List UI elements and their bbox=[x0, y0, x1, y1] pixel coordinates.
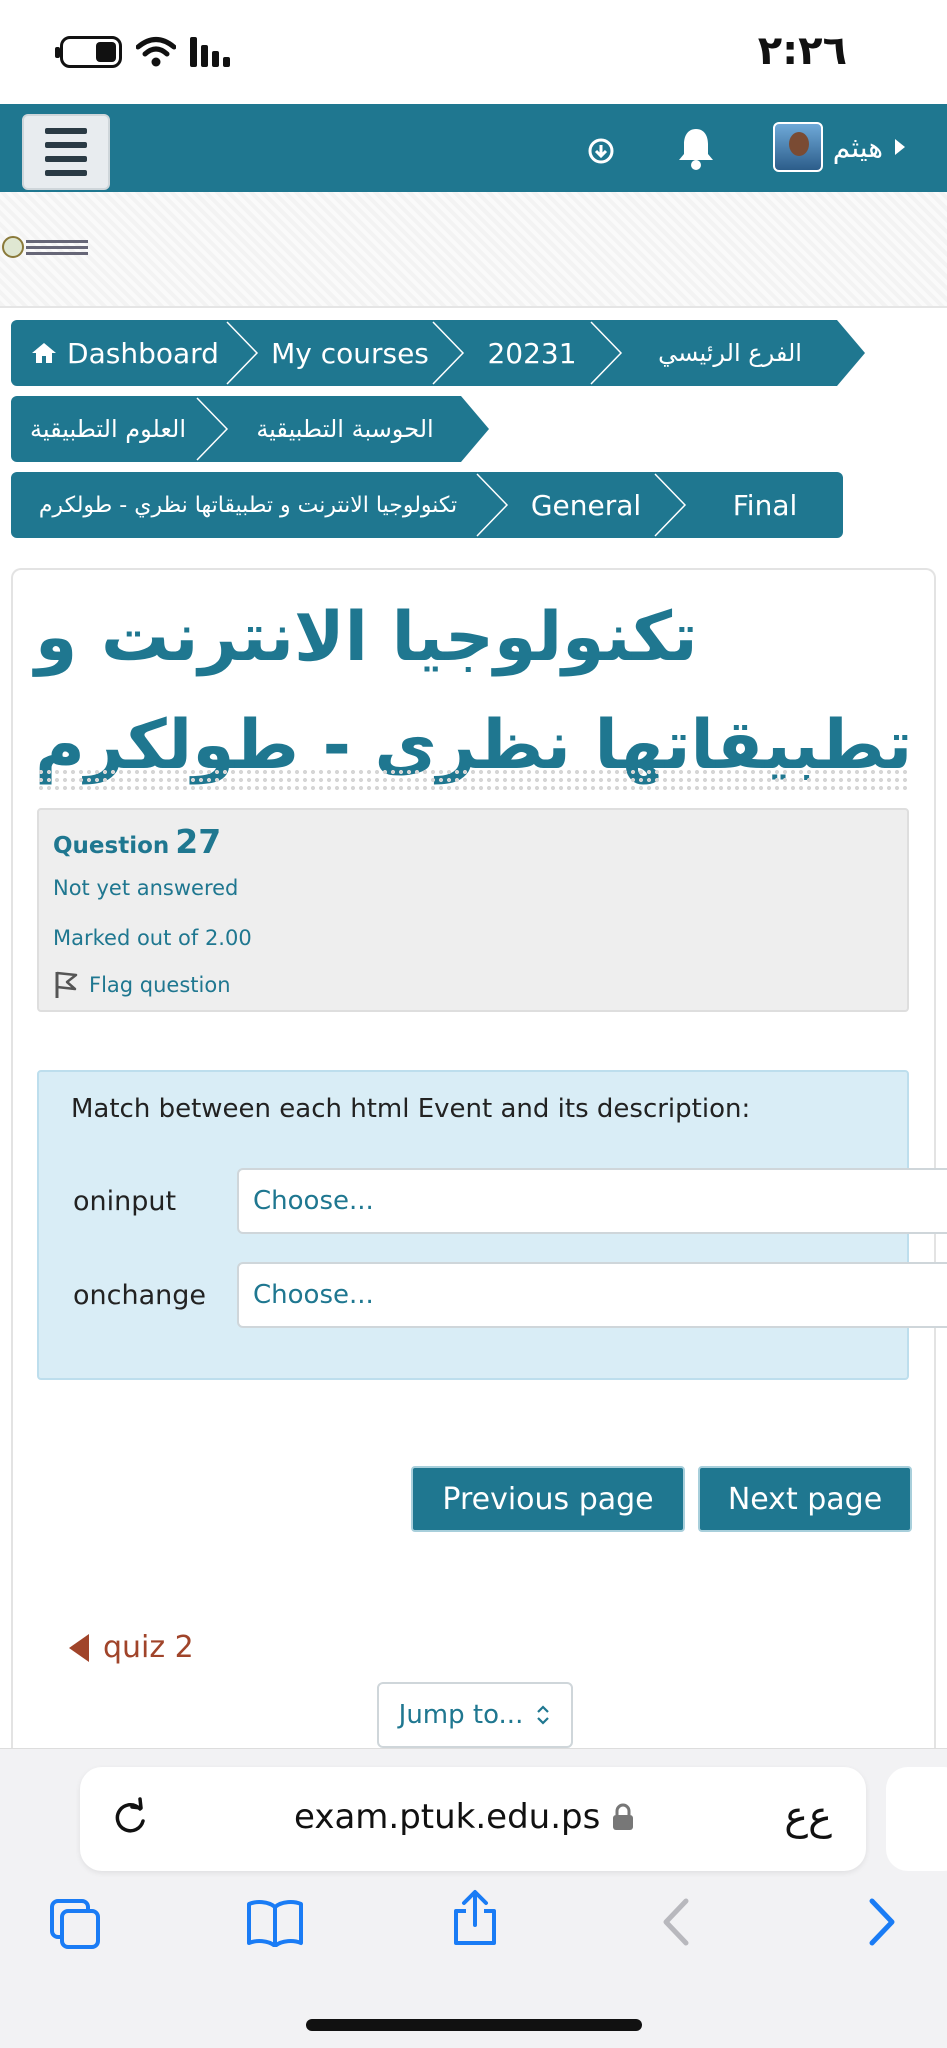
status-icons bbox=[55, 36, 236, 68]
download-circle-icon[interactable] bbox=[584, 134, 618, 168]
question-box: Match between each html Event and its de… bbox=[37, 1070, 947, 1380]
reload-icon[interactable] bbox=[110, 1797, 150, 1839]
question-text: Match between each html Event and its de… bbox=[71, 1094, 751, 1124]
match-row: oninput Choose... bbox=[73, 1168, 947, 1234]
caret-right-icon bbox=[895, 139, 905, 155]
forward-icon[interactable] bbox=[866, 1897, 898, 1947]
next-tab-preview[interactable] bbox=[886, 1767, 947, 1871]
breadcrumb-course[interactable]: تكنولوجيا الانترنت و تطبيقاتها نظري - طو… bbox=[11, 472, 509, 538]
tabs-icon[interactable] bbox=[48, 1897, 104, 1949]
question-state: Not yet answered bbox=[53, 876, 239, 900]
signal-icon bbox=[190, 37, 230, 67]
main-content-card: تكنولوجيا الانترنت و تطبيقاتها نظرى - طو… bbox=[11, 568, 947, 1748]
share-icon[interactable] bbox=[450, 1889, 500, 1947]
reader-aa-button[interactable]: ع‌ع bbox=[784, 1793, 832, 1839]
bell-icon[interactable] bbox=[676, 126, 716, 170]
url-display: exam.ptuk.edu.ps bbox=[294, 1797, 634, 1837]
breadcrumb-main-branch[interactable]: الفرع الرئيسي bbox=[623, 320, 837, 386]
wifi-icon bbox=[136, 37, 176, 67]
match-label: oninput bbox=[73, 1186, 177, 1217]
match-select-oninput[interactable]: Choose... bbox=[237, 1168, 947, 1234]
next-page-button[interactable]: Next page bbox=[698, 1466, 912, 1532]
breadcrumb-separator bbox=[476, 473, 509, 537]
browser-toolbar: exam.ptuk.edu.ps ع‌ع bbox=[0, 1748, 947, 2048]
status-time: ٢:٢٦ bbox=[757, 28, 847, 74]
bookmarks-icon[interactable] bbox=[246, 1897, 304, 1947]
breadcrumb-separator bbox=[226, 321, 259, 385]
top-navbar: هيثم bbox=[0, 104, 947, 192]
back-icon[interactable] bbox=[660, 1897, 692, 1947]
match-label: onchange bbox=[73, 1280, 206, 1311]
breadcrumb-separator bbox=[432, 321, 465, 385]
flag-icon bbox=[55, 971, 78, 998]
breadcrumb-applied-computing[interactable]: الحوسبة التطبيقية bbox=[229, 396, 461, 462]
breadcrumb-dashboard[interactable]: Dashboard bbox=[11, 320, 259, 386]
lock-icon bbox=[613, 1803, 634, 1830]
jump-to-select[interactable]: Jump to... bbox=[377, 1682, 573, 1748]
title-divider bbox=[37, 768, 909, 792]
breadcrumb-my-courses[interactable]: My courses bbox=[259, 320, 465, 386]
question-number: Question 27 bbox=[53, 822, 222, 861]
hamburger-icon bbox=[45, 128, 87, 134]
breadcrumb-row-2: العلوم التطبيقية الحوسبة التطبيقية bbox=[11, 396, 489, 462]
status-bar: ٢:٢٦ bbox=[0, 0, 947, 104]
triangle-left-icon bbox=[69, 1633, 89, 1662]
chevron-updown-icon bbox=[537, 1705, 550, 1725]
avatar bbox=[772, 122, 823, 172]
battery-icon bbox=[55, 36, 122, 68]
breadcrumb-final[interactable]: Final bbox=[687, 472, 843, 538]
breadcrumb-separator bbox=[654, 473, 687, 537]
previous-page-button[interactable]: Previous page bbox=[411, 1466, 685, 1532]
previous-activity-link[interactable]: quiz 2 bbox=[69, 1630, 194, 1665]
breadcrumb-separator bbox=[196, 397, 229, 461]
breadcrumb-20231[interactable]: 20231 bbox=[465, 320, 623, 386]
address-bar[interactable]: exam.ptuk.edu.ps ع‌ع bbox=[80, 1767, 866, 1871]
user-menu[interactable]: هيثم bbox=[772, 122, 907, 172]
breadcrumb-row-3: تكنولوجيا الانترنت و تطبيقاتها نظري - طو… bbox=[11, 472, 843, 538]
question-marks: Marked out of 2.00 bbox=[53, 926, 252, 950]
home-icon bbox=[32, 343, 57, 363]
menu-button[interactable] bbox=[22, 114, 110, 190]
match-select-onchange[interactable]: Choose... bbox=[237, 1262, 947, 1328]
breadcrumb-applied-sciences[interactable]: العلوم التطبيقية bbox=[11, 396, 229, 462]
breadcrumb-separator bbox=[590, 321, 623, 385]
seal-icon bbox=[2, 236, 24, 258]
university-logo[interactable] bbox=[2, 236, 88, 258]
breadcrumb-general[interactable]: General bbox=[509, 472, 687, 538]
user-name: هيثم bbox=[832, 130, 883, 164]
breadcrumb: Dashboard My courses 20231 الفرع الرئيسي bbox=[11, 320, 865, 386]
logo-strip bbox=[0, 192, 947, 308]
question-info-panel: Question 27 Not yet answered Marked out o… bbox=[37, 808, 909, 1012]
flag-question-button[interactable]: Flag question bbox=[53, 970, 231, 1000]
match-row: onchange Choose... bbox=[73, 1262, 947, 1328]
home-indicator bbox=[306, 2019, 642, 2031]
